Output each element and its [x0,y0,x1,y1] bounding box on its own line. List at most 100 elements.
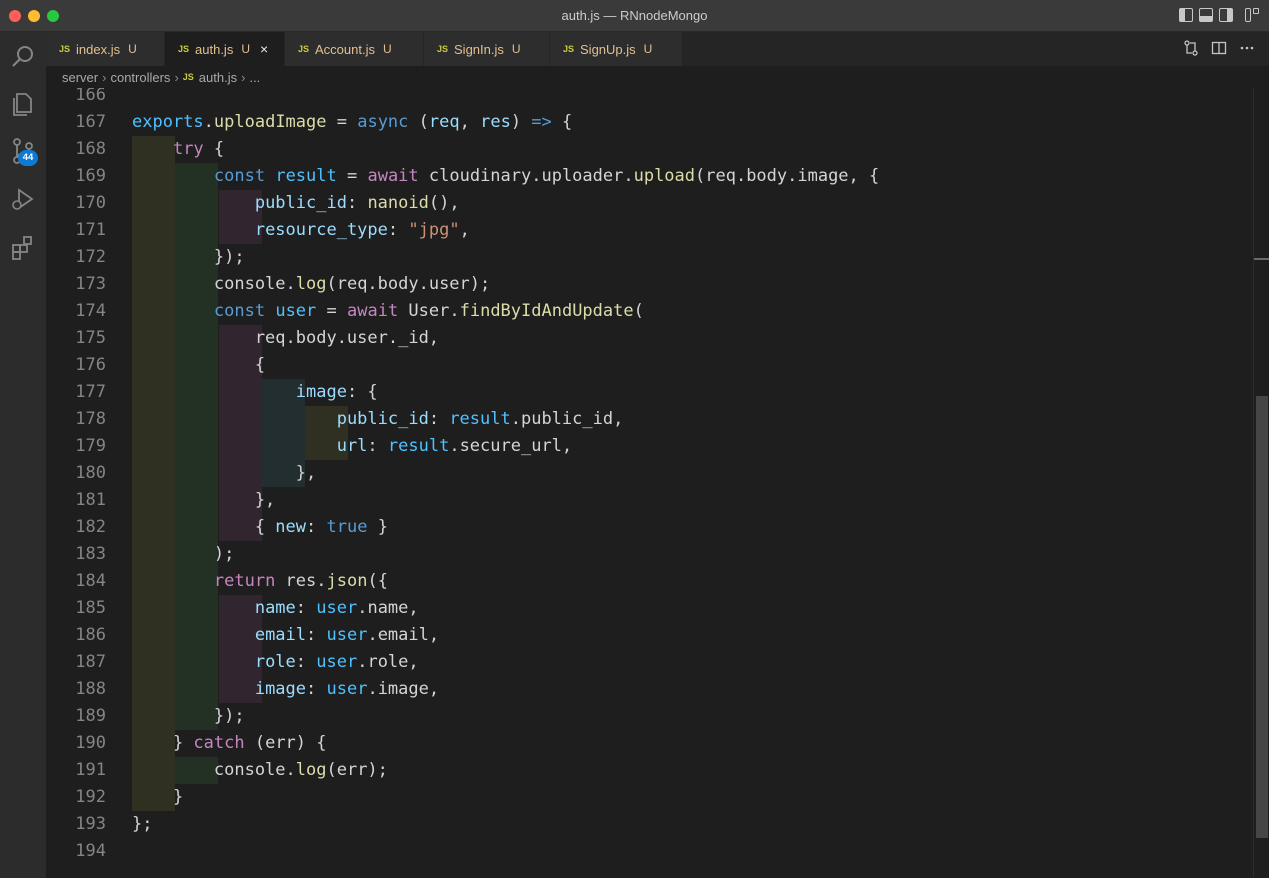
code-line[interactable]: }, [132,460,316,487]
code-token: image [254,679,307,699]
toggle-secondary-sidebar-icon[interactable] [1219,8,1233,22]
vertical-scrollbar[interactable] [1253,88,1269,878]
explorer-icon[interactable] [8,88,38,118]
toggle-primary-sidebar-icon[interactable] [1179,8,1193,22]
code-line[interactable]: return res.json({ [132,568,388,595]
more-actions-icon[interactable] [1239,40,1255,56]
code-token: const [213,301,266,321]
untracked-status: U [511,42,521,56]
code-line[interactable]: } catch (err) { [132,730,327,757]
tab-signup-js[interactable]: JS SignUp.js U [550,32,683,66]
code-token: cloudinary.uploader. [418,166,634,186]
line-number: 189 [75,706,106,726]
code-line[interactable]: public_id: nanoid(), [132,190,460,217]
code-token: json [326,571,368,591]
code-line[interactable]: const result = await cloudinary.uploader… [132,163,879,190]
breadcrumb-symbol[interactable]: ... [249,70,260,85]
code-token: ) [510,112,532,132]
code-token: await [347,301,399,321]
code-token: : { [346,382,378,402]
line-number: 168 [75,139,106,159]
code-line[interactable]: }; [132,811,152,838]
code-line[interactable]: public_id: result.public_id, [132,406,624,433]
code-line[interactable]: console.log(err); [132,757,388,784]
code-token: "jpg" [408,220,460,240]
chevron-right-icon: › [174,69,179,85]
code-token: log [295,274,327,294]
code-editor[interactable]: 166 167 exports.uploadImage = async (req, … [46,88,1253,878]
line-number: 192 [75,787,106,807]
line-number: 166 [75,88,106,105]
code-line[interactable]: { [132,352,265,379]
code-line[interactable]: } [132,784,183,811]
code-token: : [346,193,368,213]
code-line[interactable]: role: user.role, [132,649,419,676]
breadcrumb-controllers[interactable]: controllers [110,70,170,85]
code-token: { [132,355,266,375]
tab-signin-js[interactable]: JS SignIn.js U [424,32,550,66]
code-token: catch [193,733,245,753]
line-number: 183 [75,544,106,564]
code-token: User. [398,301,460,321]
code-line[interactable]: email: user.email, [132,622,439,649]
code-token: public_id [254,193,347,213]
split-editor-icon[interactable] [1211,40,1227,56]
tab-label: SignIn.js [454,41,504,57]
code-token: .email, [367,625,440,645]
code-token: .image, [367,679,440,699]
code-token: : [295,652,317,672]
untracked-status: U [128,42,137,56]
code-line[interactable]: console.log(req.body.user); [132,271,490,298]
tab-index-js[interactable]: JS index.js U [46,32,165,66]
extensions-icon[interactable] [8,232,38,262]
search-icon[interactable] [8,42,38,72]
toggle-panel-icon[interactable] [1199,8,1213,22]
code-token: req [428,112,460,132]
code-token: email [254,625,307,645]
code-line[interactable]: name: user.name, [132,595,419,622]
code-line[interactable]: }, [132,487,275,514]
code-token: = [316,301,347,321]
close-tab-icon[interactable]: × [260,41,268,57]
code-token: = [336,166,368,186]
breadcrumb-server[interactable]: server [62,70,98,85]
code-line[interactable]: }); [132,703,245,730]
tab-account-js[interactable]: JS Account.js U [285,32,424,66]
customize-layout-icon[interactable] [1245,8,1259,22]
code-line[interactable]: ); [132,541,234,568]
code-line[interactable]: }); [132,244,245,271]
code-line[interactable]: image: user.image, [132,676,439,703]
javascript-file-icon: JS [437,44,449,54]
code-token: => [531,112,552,132]
code-token: = [326,112,358,132]
code-token: }, [132,490,276,510]
run-and-debug-icon[interactable] [8,184,38,214]
code-line[interactable]: const user = await User.findByIdAndUpdat… [132,298,644,325]
code-line[interactable]: exports.uploadImage = async (req, res) =… [132,109,572,136]
breadcrumb-auth-js[interactable]: auth.js [199,70,237,85]
code-token: res. [275,571,327,591]
line-number: 188 [75,679,106,699]
code-line[interactable]: req.body.user._id, [132,325,439,352]
code-line[interactable]: image: { [132,379,378,406]
code-token: , [459,220,470,240]
code-line[interactable]: resource_type: "jpg", [132,217,470,244]
code-token: : [295,598,317,618]
line-number: 193 [75,814,106,834]
javascript-file-icon: JS [298,44,310,54]
code-line[interactable]: { new: true } [132,514,388,541]
line-number: 191 [75,760,106,780]
line-number: 171 [75,220,106,240]
activity-bar: 44 [0,32,46,878]
line-number: 174 [75,301,106,321]
code-line[interactable]: url: result.secure_url, [132,433,572,460]
code-line[interactable]: try { [132,136,224,163]
scrollbar-thumb[interactable] [1256,396,1268,838]
tab-auth-js[interactable]: JS auth.js U × [165,32,285,66]
open-changes-icon[interactable] [1183,40,1199,56]
